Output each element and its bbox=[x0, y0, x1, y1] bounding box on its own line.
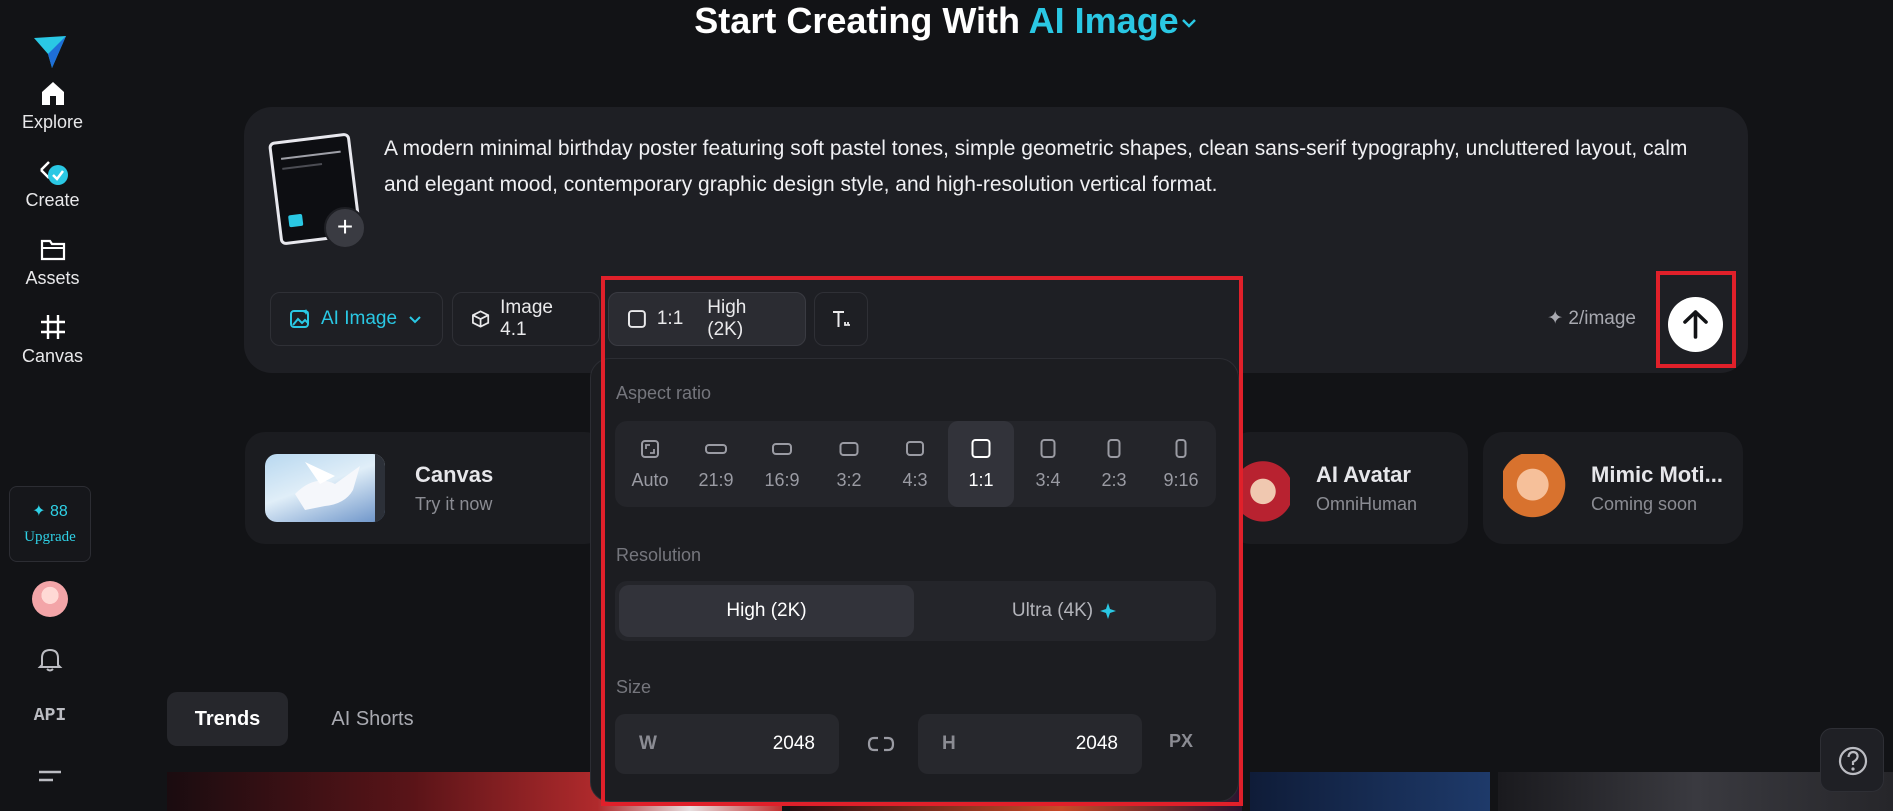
chevron-down-icon bbox=[409, 316, 421, 324]
sidebar-item-label: Canvas bbox=[21, 346, 84, 366]
highlight-box-submit bbox=[1656, 271, 1736, 368]
sidebar: Explore Create Assets Canvas ✦ 88 Upgrad… bbox=[0, 0, 105, 811]
canvas-icon bbox=[40, 315, 65, 339]
mode-dropdown-button[interactable]: AI Image bbox=[270, 292, 443, 346]
sidebar-item-assets[interactable]: Assets bbox=[0, 234, 105, 289]
sidebar-item-label: Assets bbox=[25, 268, 80, 288]
sidebar-item-label: Create bbox=[25, 190, 80, 210]
feature-card-canvas[interactable]: Canvas Try it now bbox=[245, 432, 605, 544]
mode-selector[interactable]: AI Image bbox=[1029, 0, 1199, 41]
feature-subtitle: Coming soon bbox=[1591, 494, 1698, 514]
feature-subtitle: Try it now bbox=[415, 494, 493, 514]
avatar[interactable] bbox=[32, 581, 68, 617]
sidebar-item-label: Explore bbox=[21, 112, 84, 132]
feature-card-ai-avatar[interactable]: AI Avatar OmniHuman bbox=[1230, 432, 1468, 544]
prompt-input[interactable]: A modern minimal birthday poster featuri… bbox=[384, 131, 1724, 203]
sidebar-item-canvas[interactable]: Canvas bbox=[0, 312, 105, 367]
home-icon bbox=[41, 82, 64, 105]
feature-title: Canvas bbox=[415, 462, 494, 487]
create-icon bbox=[39, 161, 68, 185]
sidebar-item-create[interactable]: Create bbox=[0, 156, 105, 211]
sidebar-item-explore[interactable]: Explore bbox=[0, 78, 105, 133]
page-title: Start Creating With AI Image bbox=[0, 0, 1893, 42]
credits-count: ✦ 88 bbox=[32, 503, 68, 520]
cube-icon bbox=[472, 310, 490, 328]
mimic-motion-thumbnail bbox=[1503, 454, 1569, 522]
cost-label: ✦ 2/image bbox=[1547, 308, 1636, 329]
chevron-down-icon bbox=[1181, 19, 1196, 29]
bell-icon[interactable] bbox=[36, 645, 64, 673]
folder-icon bbox=[40, 239, 65, 261]
feature-title: AI Avatar bbox=[1316, 462, 1411, 487]
feature-title: Mimic Moti... bbox=[1591, 462, 1723, 487]
model-button[interactable]: Image 4.1 bbox=[452, 292, 600, 346]
feature-subtitle: OmniHuman bbox=[1316, 494, 1418, 514]
add-reference-button[interactable]: + bbox=[324, 207, 366, 249]
question-icon bbox=[1838, 746, 1868, 776]
canvas-thumbnail bbox=[265, 454, 385, 522]
api-link[interactable]: API bbox=[0, 706, 100, 726]
image-icon bbox=[290, 309, 309, 328]
tab-trends[interactable]: Trends bbox=[167, 692, 288, 746]
tab-ai-shorts[interactable]: AI Shorts bbox=[320, 692, 425, 746]
menu-icon[interactable] bbox=[37, 768, 63, 788]
upgrade-label: Upgrade bbox=[24, 529, 76, 545]
gallery-item[interactable] bbox=[1250, 772, 1490, 811]
highlight-box-panel bbox=[601, 276, 1243, 806]
help-button[interactable] bbox=[1820, 728, 1884, 792]
feature-card-mimic-motion[interactable]: Mimic Moti... Coming soon bbox=[1483, 432, 1743, 544]
upgrade-button[interactable]: ✦ 88 Upgrade bbox=[9, 486, 91, 562]
